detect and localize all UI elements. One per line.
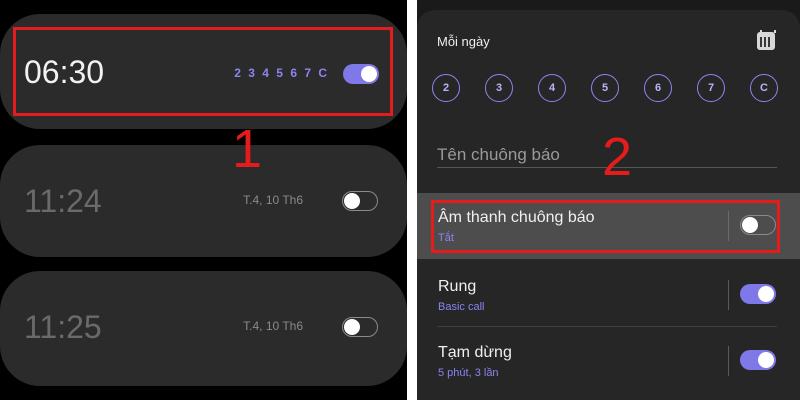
alarm-card-1[interactable]: 06:30 2 3 4 5 6 7 C [0, 14, 407, 129]
day-selector: 2 3 4 5 6 7 C [432, 74, 792, 104]
snooze-title: Tạm dừng [438, 344, 512, 361]
alarm-time: 11:24 [24, 183, 102, 219]
panel-divider [407, 0, 417, 400]
day-button-3[interactable]: 3 [485, 74, 513, 102]
alarm-card-2[interactable]: 11:24 T.4, 10 Th6 [0, 145, 407, 257]
snooze-toggle[interactable] [740, 350, 776, 370]
toggle-knob [742, 217, 758, 233]
vibrate-pattern: Basic call [438, 301, 485, 313]
day-button-7[interactable]: 7 [697, 74, 725, 102]
snooze-setting-row[interactable]: Tạm dừng 5 phút, 3 lần [417, 328, 800, 394]
sound-setting-row[interactable]: Âm thanh chuông báo Tắt [417, 193, 800, 259]
row-separator [728, 346, 729, 376]
toggle-knob [758, 352, 774, 368]
alarm-repeat-days: 2 3 4 5 6 7 C [234, 66, 329, 80]
snooze-detail: 5 phút, 3 lần [438, 367, 499, 379]
row-separator [728, 211, 729, 241]
vibrate-setting-row[interactable]: Rung Basic call [417, 262, 800, 328]
row-separator [728, 280, 729, 310]
toggle-knob [361, 66, 377, 82]
toggle-knob [344, 193, 360, 209]
alarm-time: 06:30 [24, 54, 105, 90]
sound-title: Âm thanh chuông báo [438, 209, 595, 226]
day-button-c[interactable]: C [750, 74, 778, 102]
alarm-edit-panel: Mỗi ngày 2 3 4 5 6 7 C Tên chuông báo 2 … [417, 0, 800, 400]
edit-sheet: Mỗi ngày 2 3 4 5 6 7 C Tên chuông báo 2 … [417, 10, 800, 400]
alarm-time: 11:25 [24, 309, 102, 345]
day-button-5[interactable]: 5 [591, 74, 619, 102]
toggle-knob [344, 319, 360, 335]
vibrate-title: Rung [438, 278, 477, 295]
day-button-2[interactable]: 2 [432, 74, 460, 102]
toggle-knob [758, 286, 774, 302]
sound-status: Tắt [438, 232, 454, 244]
alarm-date: T.4, 10 Th6 [243, 193, 303, 207]
alarm-toggle[interactable] [342, 317, 378, 337]
repeat-label: Mỗi ngày [437, 34, 490, 49]
alarm-card-3[interactable]: 11:25 T.4, 10 Th6 [0, 271, 407, 386]
step-marker-2: 2 [602, 127, 633, 187]
step-marker-1: 1 [232, 119, 263, 179]
calendar-icon[interactable] [757, 30, 776, 50]
alarm-list-panel: 06:30 2 3 4 5 6 7 C 11:24 T.4, 10 Th6 11… [0, 0, 407, 400]
alarm-date: T.4, 10 Th6 [243, 319, 303, 333]
row-divider [437, 326, 777, 327]
alarm-toggle[interactable] [342, 191, 378, 211]
day-button-6[interactable]: 6 [644, 74, 672, 102]
sound-toggle[interactable] [740, 215, 776, 235]
alarm-name-placeholder: Tên chuông báo [437, 145, 560, 164]
vibrate-toggle[interactable] [740, 284, 776, 304]
day-button-4[interactable]: 4 [538, 74, 566, 102]
alarm-toggle[interactable] [343, 64, 379, 84]
